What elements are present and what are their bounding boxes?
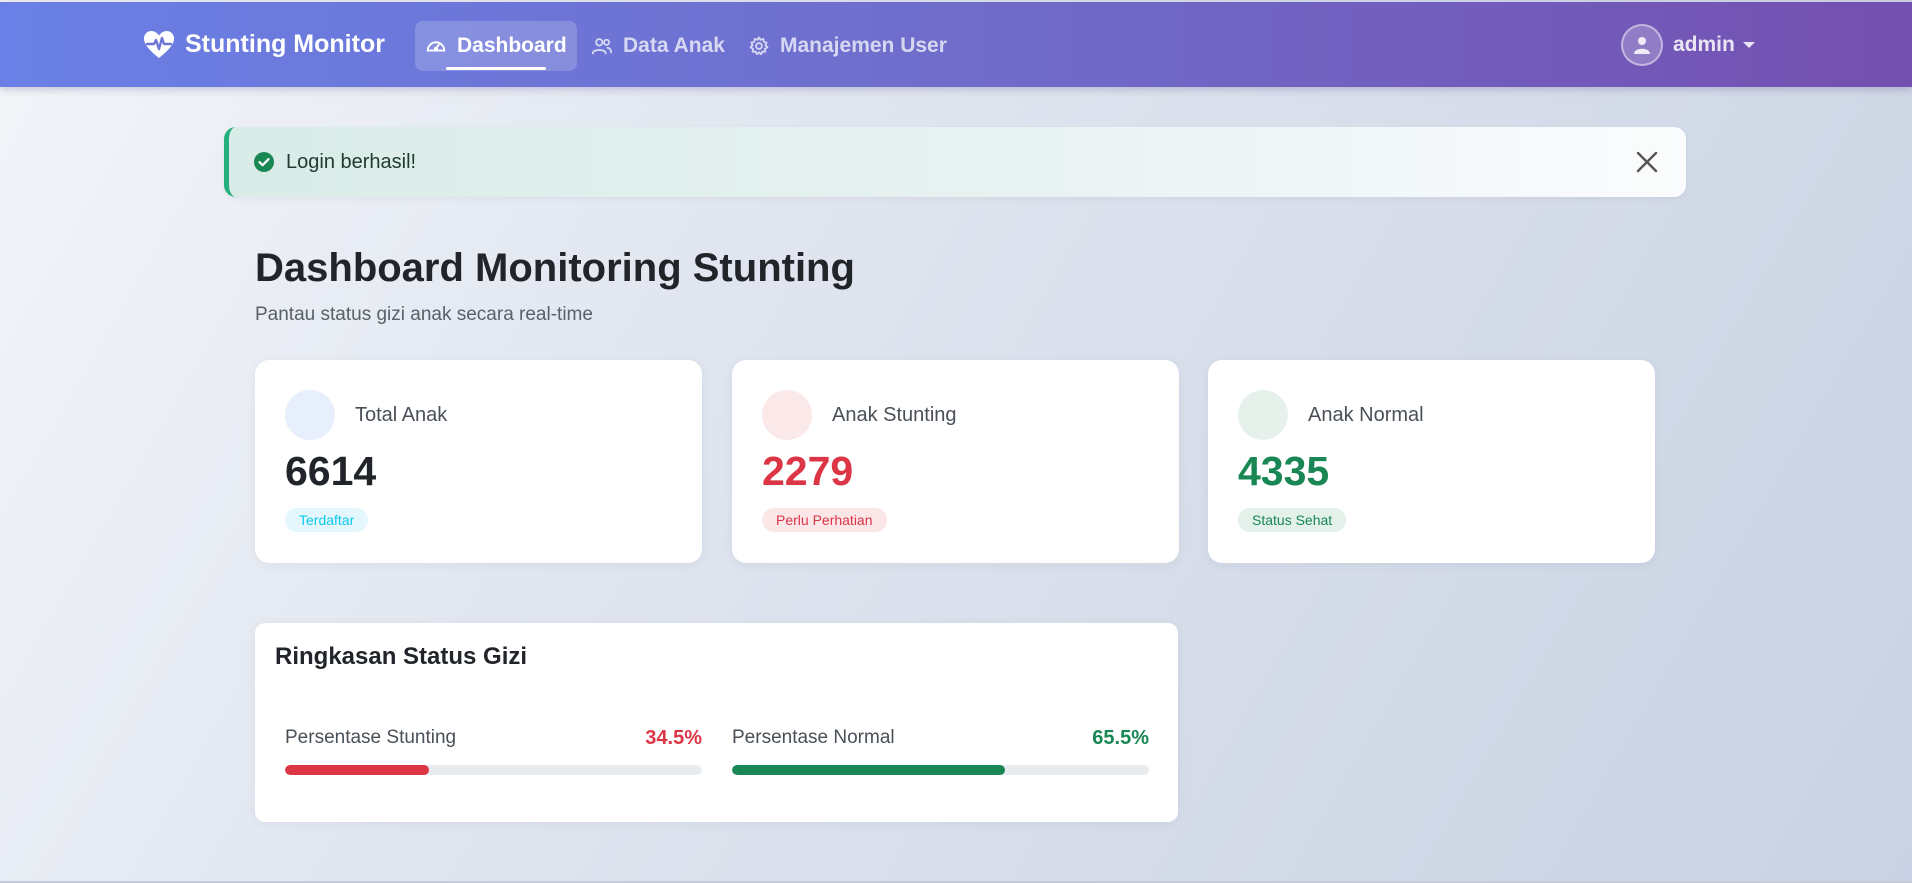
brand-name: Stunting Monitor	[185, 30, 385, 58]
progress-track	[732, 765, 1149, 775]
summary-title: Ringkasan Status Gizi	[275, 643, 528, 670]
speedometer-icon	[426, 41, 446, 52]
people-icon	[591, 38, 613, 55]
nav-item-data-anak[interactable]: Data Anak	[581, 21, 735, 71]
nav-item-label: Manajemen User	[780, 34, 947, 57]
success-alert: Login berhasil!	[224, 127, 1686, 197]
summary-card: Ringkasan Status Gizi Persentase Stuntin…	[255, 623, 1178, 822]
metric-value: 65.5%	[1092, 727, 1149, 749]
card-icon-circle	[1238, 390, 1288, 440]
stat-card-total: Total Anak 6614 Terdaftar	[255, 360, 702, 563]
page-title: Dashboard Monitoring Stunting	[255, 246, 855, 290]
stat-card-stunting: Anak Stunting 2279 Perlu Perhatian	[732, 360, 1179, 563]
heart-pulse-icon	[144, 30, 174, 58]
check-circle-icon	[254, 152, 274, 172]
card-label: Anak Stunting	[832, 404, 957, 426]
gear-icon	[749, 36, 769, 56]
alert-message: Login berhasil!	[286, 150, 417, 173]
user-icon	[1634, 37, 1650, 54]
stat-card-normal: Anak Normal 4335 Status Sehat	[1208, 360, 1655, 563]
page-subtitle: Pantau status gizi anak secara real-time	[255, 304, 593, 325]
navbar: Stunting Monitor Dashboard Data Anak Man…	[0, 2, 1912, 87]
user-menu[interactable]: admin	[1621, 22, 1755, 68]
card-badge: Perlu Perhatian	[762, 508, 887, 532]
card-value: 4335	[1238, 448, 1330, 494]
brand[interactable]: Stunting Monitor	[143, 2, 385, 87]
progress-track	[285, 765, 702, 775]
close-icon[interactable]	[1634, 149, 1660, 175]
card-icon-circle	[285, 390, 335, 440]
card-icon-circle	[762, 390, 812, 440]
metric-label: Persentase Normal	[732, 727, 895, 748]
nav-item-manajemen-user[interactable]: Manajemen User	[738, 21, 957, 71]
progress-fill	[285, 765, 429, 775]
card-value: 6614	[285, 448, 377, 494]
nav-item-dashboard[interactable]: Dashboard	[415, 21, 577, 71]
metric-value: 34.5%	[645, 727, 702, 749]
card-label: Anak Normal	[1308, 404, 1424, 426]
nav-item-label: Data Anak	[623, 34, 725, 57]
card-value: 2279	[762, 448, 854, 494]
active-indicator	[446, 67, 546, 70]
username: admin	[1673, 33, 1735, 56]
card-badge: Status Sehat	[1238, 508, 1347, 532]
progress-fill	[732, 765, 1006, 775]
avatar	[1621, 24, 1663, 66]
nav-item-label: Dashboard	[457, 34, 567, 57]
card-label: Total Anak	[355, 404, 448, 426]
caret-down-icon	[1742, 42, 1755, 48]
card-badge: Terdaftar	[285, 508, 369, 532]
metric-label: Persentase Stunting	[285, 727, 457, 748]
